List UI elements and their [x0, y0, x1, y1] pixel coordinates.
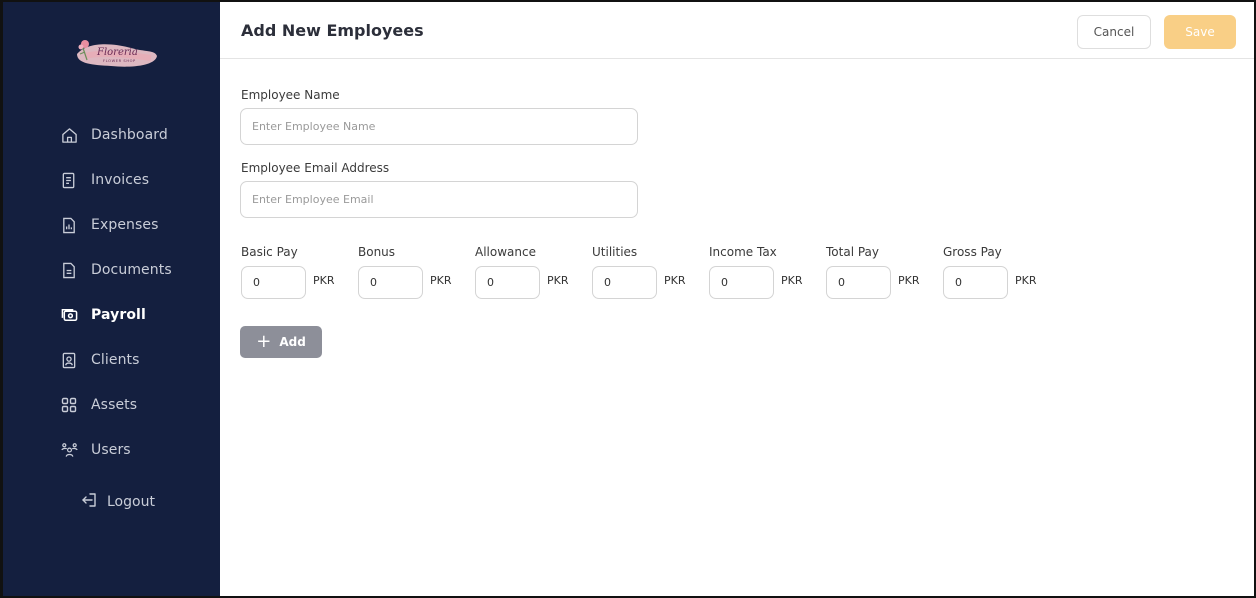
total-pay-input[interactable] [826, 266, 891, 299]
allowance-input[interactable] [475, 266, 540, 299]
basic-pay-label: Basic Pay [241, 245, 298, 259]
allowance-label: Allowance [475, 245, 536, 259]
sidebar-item-payroll[interactable]: Payroll [3, 295, 220, 335]
page-header: Add New Employees Cancel Save [220, 2, 1254, 59]
pay-field-income-tax: Income Tax PKR [709, 245, 819, 305]
expenses-icon [60, 216, 78, 234]
pay-field-utilities: Utilities PKR [592, 245, 702, 305]
add-button-label: Add [279, 335, 306, 349]
pay-field-basic-pay: Basic Pay PKR [241, 245, 351, 305]
sidebar-item-label: Users [91, 442, 131, 458]
sidebar: Floreria FLOWER SHOP Dashboard Invoices … [3, 2, 220, 596]
invoice-icon [60, 171, 78, 189]
currency-unit: PKR [313, 274, 335, 287]
sidebar-item-clients[interactable]: Clients [3, 340, 220, 380]
sidebar-item-label: Expenses [91, 217, 159, 233]
sidebar-item-label: Invoices [91, 172, 150, 188]
pay-field-total-pay: Total Pay PKR [826, 245, 936, 305]
income-tax-label: Income Tax [709, 245, 777, 259]
svg-text:FLOWER SHOP: FLOWER SHOP [103, 59, 136, 63]
document-icon [60, 261, 78, 279]
assets-icon [60, 396, 78, 414]
bonus-input[interactable] [358, 266, 423, 299]
sidebar-item-assets[interactable]: Assets [3, 385, 220, 425]
employee-name-input[interactable] [240, 108, 638, 145]
income-tax-input[interactable] [709, 266, 774, 299]
sidebar-item-label: Payroll [91, 307, 146, 323]
pay-field-gross-pay: Gross Pay PKR [943, 245, 1053, 305]
cancel-button[interactable]: Cancel [1077, 15, 1151, 49]
gross-pay-label: Gross Pay [943, 245, 1002, 259]
sidebar-item-label: Assets [91, 397, 138, 413]
page-title: Add New Employees [241, 21, 424, 40]
currency-unit: PKR [430, 274, 452, 287]
home-icon [60, 126, 78, 144]
employee-email-label: Employee Email Address [241, 161, 390, 175]
gross-pay-input[interactable] [943, 266, 1008, 299]
bonus-label: Bonus [358, 245, 396, 259]
client-icon [60, 351, 78, 369]
plus-icon: + [256, 331, 272, 352]
brand-logo: Floreria FLOWER SHOP [71, 32, 159, 74]
currency-unit: PKR [898, 274, 920, 287]
currency-unit: PKR [664, 274, 686, 287]
currency-unit: PKR [781, 274, 803, 287]
basic-pay-input[interactable] [241, 266, 306, 299]
sidebar-item-label: Dashboard [91, 127, 168, 143]
logout-label: Logout [107, 494, 155, 510]
payroll-icon [60, 306, 78, 324]
logout-icon [81, 492, 97, 512]
total-pay-label: Total Pay [826, 245, 879, 259]
add-button[interactable]: + Add [240, 326, 322, 358]
sidebar-item-expenses[interactable]: Expenses [3, 205, 220, 245]
sidebar-item-label: Clients [91, 352, 140, 368]
employee-name-label: Employee Name [241, 88, 340, 102]
sidebar-item-dashboard[interactable]: Dashboard [3, 115, 220, 155]
logout-button[interactable]: Logout [81, 490, 155, 514]
save-button[interactable]: Save [1164, 15, 1236, 49]
currency-unit: PKR [547, 274, 569, 287]
employee-email-input[interactable] [240, 181, 638, 218]
utilities-input[interactable] [592, 266, 657, 299]
users-icon [60, 441, 78, 459]
pay-field-bonus: Bonus PKR [358, 245, 468, 305]
currency-unit: PKR [1015, 274, 1037, 287]
utilities-label: Utilities [592, 245, 638, 259]
sidebar-item-label: Documents [91, 262, 172, 278]
sidebar-item-invoices[interactable]: Invoices [3, 160, 220, 200]
sidebar-item-users[interactable]: Users [3, 430, 220, 470]
pay-field-allowance: Allowance PKR [475, 245, 585, 305]
sidebar-item-documents[interactable]: Documents [3, 250, 220, 290]
svg-text:Floreria: Floreria [96, 47, 138, 58]
